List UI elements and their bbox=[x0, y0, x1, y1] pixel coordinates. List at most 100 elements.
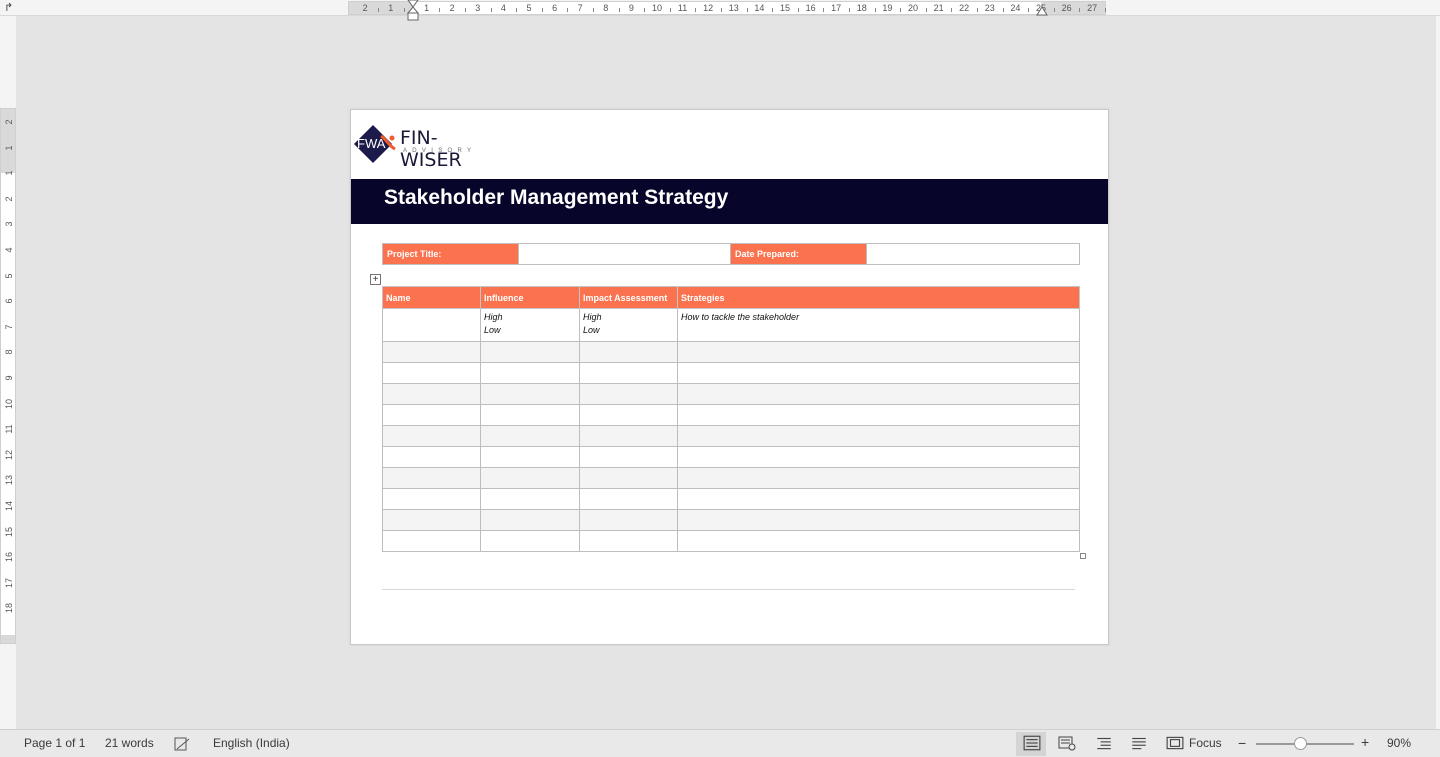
ruler-number: 17 bbox=[4, 577, 14, 588]
draft-view-icon[interactable] bbox=[1130, 735, 1148, 751]
word-count[interactable]: 21 words bbox=[105, 736, 154, 750]
cell-strategies[interactable] bbox=[677, 362, 1080, 384]
cell-influence[interactable] bbox=[480, 446, 580, 468]
cell-influence[interactable] bbox=[480, 383, 580, 405]
header-name[interactable]: Name bbox=[382, 286, 481, 309]
right-indent-marker-icon[interactable] bbox=[1036, 4, 1048, 16]
ruler-tick bbox=[1079, 8, 1081, 12]
page-count[interactable]: Page 1 of 1 bbox=[24, 736, 85, 750]
cell-influence[interactable] bbox=[480, 341, 580, 363]
vertical-ruler[interactable]: 2 1 1 2 3 4 5 6 7 8 9 10 11 12 13 14 15 16 17 18 bbox=[0, 108, 16, 644]
influence-high: High bbox=[484, 312, 503, 322]
cell-name[interactable] bbox=[382, 446, 481, 468]
ruler-tick bbox=[1105, 8, 1106, 12]
cell-name[interactable] bbox=[382, 425, 481, 447]
ruler-number: 24 bbox=[1010, 3, 1021, 13]
zoom-out-button[interactable]: − bbox=[1238, 735, 1246, 751]
cell-name[interactable] bbox=[382, 530, 481, 552]
ruler-number: 8 bbox=[603, 3, 609, 13]
table-row bbox=[382, 362, 1080, 384]
ruler-tick bbox=[695, 8, 697, 12]
cell-influence[interactable] bbox=[480, 530, 580, 552]
ruler-number: 7 bbox=[4, 324, 14, 330]
ruler-tick bbox=[823, 8, 825, 12]
print-layout-icon[interactable] bbox=[1023, 735, 1041, 751]
cell-impact[interactable] bbox=[579, 404, 678, 426]
cell-influence[interactable]: High Low bbox=[480, 308, 580, 342]
cell-strategies[interactable] bbox=[677, 404, 1080, 426]
cell-influence[interactable] bbox=[480, 425, 580, 447]
horizontal-ruler[interactable]: 2 1 1 2 3 4 5 6 7 8 9 10 11 12 13 14 15 16 17 18 19 20 21 22 23 2… bbox=[348, 1, 1106, 15]
ruler-number: 26 bbox=[1061, 3, 1072, 13]
cell-strategies[interactable] bbox=[677, 467, 1080, 489]
cell-strategies[interactable] bbox=[677, 530, 1080, 552]
web-layout-icon[interactable] bbox=[1058, 735, 1076, 751]
cell-impact[interactable] bbox=[579, 446, 678, 468]
zoom-in-button[interactable]: + bbox=[1361, 734, 1369, 750]
cell-influence[interactable] bbox=[480, 404, 580, 426]
cell-impact[interactable] bbox=[579, 509, 678, 531]
ruler-number: 12 bbox=[703, 3, 714, 13]
cell-name[interactable] bbox=[382, 308, 481, 342]
header-strategies[interactable]: Strategies bbox=[677, 286, 1080, 309]
cell-name[interactable] bbox=[382, 383, 481, 405]
language-indicator[interactable]: English (India) bbox=[213, 736, 290, 750]
document-title[interactable]: Stakeholder Management Strategy bbox=[384, 186, 728, 210]
date-prepared-field[interactable] bbox=[867, 244, 1079, 264]
ruler-number: 17 bbox=[831, 3, 842, 13]
header-impact-assessment[interactable]: Impact Assessment bbox=[579, 286, 678, 309]
ruler-tick bbox=[490, 8, 492, 12]
cell-strategies[interactable] bbox=[677, 383, 1080, 405]
header-influence[interactable]: Influence bbox=[480, 286, 580, 309]
cell-influence[interactable] bbox=[480, 362, 580, 384]
title-banner: Stakeholder Management Strategy bbox=[351, 179, 1108, 224]
ruler-number: 18 bbox=[4, 603, 14, 614]
table-resize-handle[interactable] bbox=[1080, 553, 1086, 559]
document-page[interactable]: FWA FIN-WISER ADVISORY Stakeholder Manag… bbox=[350, 109, 1109, 645]
ruler-tick bbox=[1028, 8, 1030, 12]
table-move-handle-icon[interactable]: + bbox=[370, 274, 381, 285]
cell-impact[interactable] bbox=[579, 467, 678, 489]
zoom-slider-thumb[interactable] bbox=[1294, 737, 1308, 750]
ruler-number: 14 bbox=[4, 501, 14, 512]
cell-name[interactable] bbox=[382, 341, 481, 363]
cell-name[interactable] bbox=[382, 467, 481, 489]
ruler-number: 11 bbox=[677, 3, 688, 13]
cell-strategies[interactable] bbox=[677, 425, 1080, 447]
cell-strategies[interactable] bbox=[677, 446, 1080, 468]
cell-impact[interactable] bbox=[579, 488, 678, 510]
ruler-number: 19 bbox=[882, 3, 893, 13]
ruler-number: 21 bbox=[933, 3, 944, 13]
cell-influence[interactable] bbox=[480, 488, 580, 510]
cell-name[interactable] bbox=[382, 404, 481, 426]
cell-impact[interactable] bbox=[579, 425, 678, 447]
cell-strategies[interactable] bbox=[677, 341, 1080, 363]
ruler-number: 23 bbox=[984, 3, 995, 13]
cell-name[interactable] bbox=[382, 509, 481, 531]
cell-impact[interactable]: High Low bbox=[579, 308, 678, 342]
cell-strategies[interactable] bbox=[677, 509, 1080, 531]
cell-name[interactable] bbox=[382, 362, 481, 384]
ruler-number: 1 bbox=[388, 3, 394, 13]
impact-high: High bbox=[583, 312, 602, 322]
cell-impact[interactable] bbox=[579, 362, 678, 384]
table-row bbox=[382, 425, 1080, 447]
cell-name[interactable] bbox=[382, 488, 481, 510]
focus-label[interactable]: Focus bbox=[1189, 736, 1222, 750]
ruler-tick bbox=[541, 8, 543, 12]
focus-icon[interactable] bbox=[1166, 735, 1184, 751]
cell-strategies[interactable] bbox=[677, 488, 1080, 510]
cell-impact[interactable] bbox=[579, 383, 678, 405]
proofing-icon[interactable] bbox=[174, 736, 192, 752]
tab-stop-selector-icon[interactable]: ↱ bbox=[4, 1, 13, 14]
cell-impact[interactable] bbox=[579, 530, 678, 552]
cell-strategies[interactable]: How to tackle the stakeholder bbox=[677, 308, 1080, 342]
cell-influence[interactable] bbox=[480, 509, 580, 531]
cell-impact[interactable] bbox=[579, 341, 678, 363]
zoom-level[interactable]: 90% bbox=[1387, 736, 1411, 750]
ruler-number: 27 bbox=[1087, 3, 1098, 13]
outline-view-icon[interactable] bbox=[1095, 735, 1113, 751]
cell-influence[interactable] bbox=[480, 467, 580, 489]
project-title-field[interactable] bbox=[519, 244, 731, 264]
indent-marker-icon[interactable] bbox=[407, 0, 419, 22]
